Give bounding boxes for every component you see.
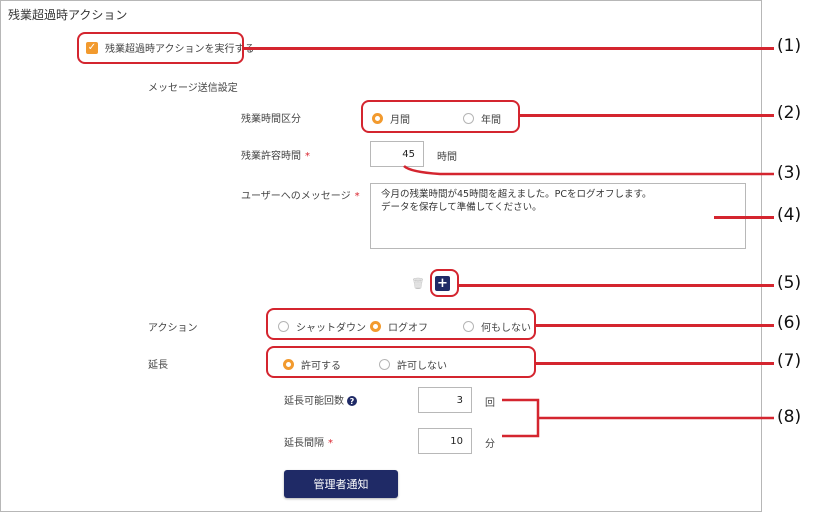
user-message-label: ユーザーへのメッセージ * bbox=[241, 191, 360, 202]
callout-line-2 bbox=[520, 114, 774, 117]
callout-line-1 bbox=[244, 47, 774, 50]
allowed-hours-label: 残業許容時間 * bbox=[241, 151, 310, 162]
extension-interval-unit: 分 bbox=[485, 439, 495, 450]
extension-count-label: 延長可能回数? bbox=[284, 392, 357, 407]
callout-box-7 bbox=[266, 346, 536, 378]
message-settings-heading: メッセージ送信設定 bbox=[148, 83, 238, 94]
callout-box-1 bbox=[77, 32, 244, 64]
callout-line-7 bbox=[536, 362, 774, 365]
admin-notify-button[interactable]: 管理者通知 bbox=[284, 470, 398, 498]
page-title: 残業超過時アクション bbox=[8, 8, 128, 22]
extension-interval-label: 延長間隔 * bbox=[284, 438, 333, 449]
callout-line-4 bbox=[714, 216, 774, 219]
extension-count-input[interactable]: 3 bbox=[418, 387, 472, 413]
help-icon[interactable]: ? bbox=[347, 396, 357, 406]
callout-box-2 bbox=[361, 100, 520, 133]
callout-number-7: (7) bbox=[777, 351, 802, 371]
callout-number-6: (6) bbox=[777, 313, 802, 333]
callout-line-3 bbox=[403, 165, 774, 176]
callout-bracket-8 bbox=[502, 398, 774, 438]
callout-number-4: (4) bbox=[777, 205, 802, 225]
action-label: アクション bbox=[148, 323, 198, 334]
extension-count-unit: 回 bbox=[485, 398, 495, 409]
callout-box-6 bbox=[266, 308, 536, 340]
trash-icon[interactable]: 🗑 bbox=[411, 277, 425, 290]
callout-line-6 bbox=[536, 324, 774, 327]
callout-box-5 bbox=[430, 269, 459, 297]
callout-number-8: (8) bbox=[777, 407, 802, 427]
callout-number-3: (3) bbox=[777, 163, 802, 183]
extension-interval-input[interactable]: 10 bbox=[418, 428, 472, 454]
callout-line-5 bbox=[459, 284, 774, 287]
callout-number-5: (5) bbox=[777, 273, 802, 293]
period-label: 残業時間区分 bbox=[241, 114, 301, 125]
extension-label: 延長 bbox=[148, 360, 168, 371]
user-message-textarea[interactable]: 今月の残業時間が45時間を超えました。PCをログオフします。 データを保存して準… bbox=[370, 183, 746, 249]
callout-number-1: (1) bbox=[777, 36, 802, 56]
callout-number-2: (2) bbox=[777, 103, 802, 123]
